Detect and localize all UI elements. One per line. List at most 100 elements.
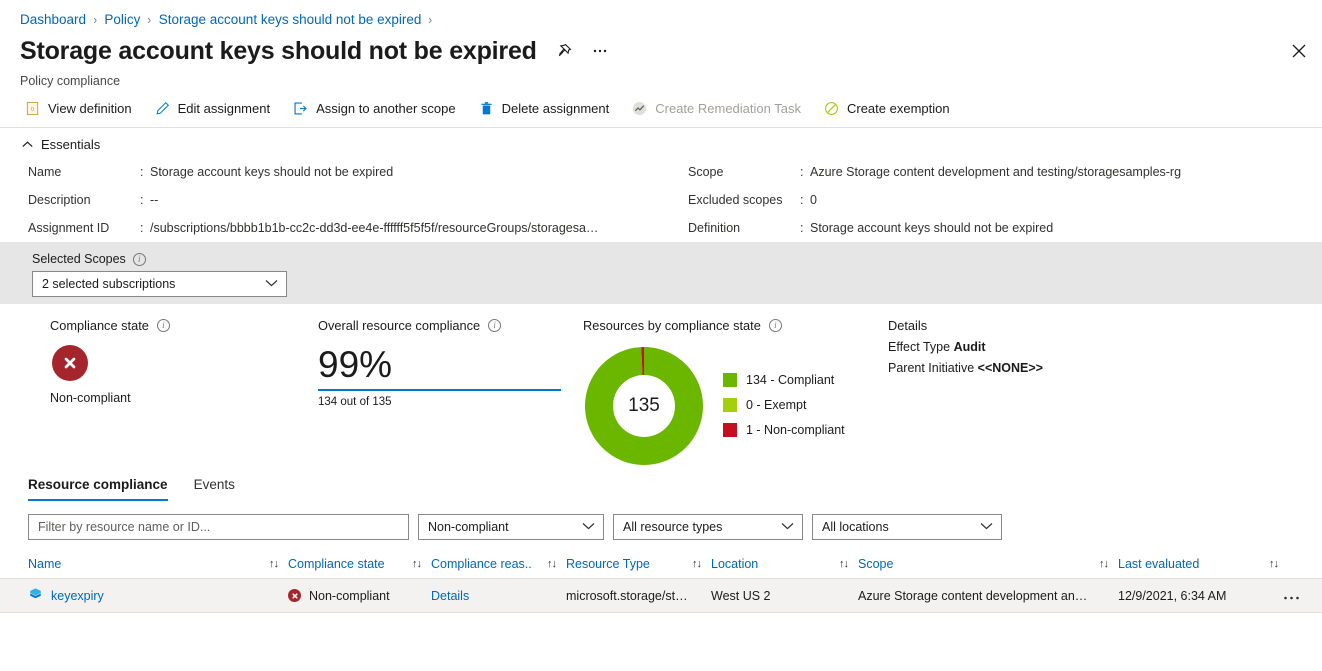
edit-assignment-button[interactable]: Edit assignment <box>154 100 271 117</box>
overall-compliance-header: Overall resource compliance i <box>318 318 568 333</box>
resource-type-filter-value: All resource types <box>623 520 723 534</box>
forbidden-circle-icon <box>823 100 840 117</box>
breadcrumb-item-assignment[interactable]: Storage account keys should not be expir… <box>159 12 422 27</box>
sort-icon: ↑↓ <box>692 557 702 570</box>
legend-label-exempt: 0 - Exempt <box>746 397 807 412</box>
column-header-scope-label: Scope <box>858 556 894 571</box>
document-icon: o <box>24 100 41 117</box>
essentials-label-scope: Scope <box>688 165 724 179</box>
breadcrumb-item-dashboard[interactable]: Dashboard <box>20 12 86 27</box>
legend-item-exempt: 0 - Exempt <box>723 392 845 417</box>
selected-scopes-value: 2 selected subscriptions <box>42 277 176 291</box>
column-header-resource-type-label: Resource Type <box>566 556 650 571</box>
create-exemption-button[interactable]: Create exemption <box>823 100 950 117</box>
error-circle-icon <box>288 589 301 602</box>
ellipsis-icon[interactable] <box>589 40 611 62</box>
compliance-state-value: Non-compliant <box>50 391 131 405</box>
metrics-section: Compliance state i Non-compliant Overall… <box>0 304 1322 469</box>
donut-legend: 134 - Compliant 0 - Exempt 1 - Non-compl… <box>723 367 845 442</box>
sort-icon: ↑↓ <box>1099 557 1109 570</box>
tab-resource-compliance-label: Resource compliance <box>28 477 168 492</box>
legend-swatch-compliant <box>723 372 737 387</box>
cell-name: keyexpiry <box>28 587 288 605</box>
essentials-colon: : <box>140 221 144 235</box>
info-icon[interactable]: i <box>132 252 146 266</box>
row-ellipsis-icon[interactable] <box>1283 587 1300 604</box>
overall-compliance-title: Overall resource compliance <box>318 318 481 333</box>
essentials-row-definition: Definition : Storage account keys should… <box>688 214 1308 242</box>
cell-name-link[interactable]: keyexpiry <box>51 589 104 603</box>
essentials-label: Essentials <box>41 137 101 152</box>
compliance-state-title: Compliance state <box>50 318 149 333</box>
essentials-value-description: -- <box>150 193 159 207</box>
sort-icon: ↑↓ <box>839 557 849 570</box>
cell-compliance-reason-link[interactable]: Details <box>431 589 469 603</box>
cell-location: West US 2 <box>711 588 771 603</box>
breadcrumb-separator: › <box>428 12 433 27</box>
essentials-value-assignment-id: /subscriptions/bbbb1b1b-cc2c-dd3d-ee4e-f… <box>150 221 599 235</box>
search-input[interactable] <box>28 514 409 540</box>
essentials-value-excluded-scopes: 0 <box>810 193 817 207</box>
info-icon[interactable]: i <box>156 319 170 332</box>
create-remediation-task-button[interactable]: Create Remediation Task <box>631 100 801 117</box>
resource-type-filter[interactable]: All resource types <box>613 514 803 540</box>
column-header-resource-type[interactable]: Resource Type ↑↓ <box>566 557 711 571</box>
selected-scopes-label: Selected Scopes <box>32 252 126 266</box>
essentials-toggle[interactable]: Essentials <box>0 128 1322 158</box>
essentials-label-name: Name <box>28 165 62 179</box>
essentials-label-description: Description <box>28 193 91 207</box>
info-icon[interactable]: i <box>488 319 502 332</box>
assign-another-scope-button[interactable]: Assign to another scope <box>292 100 456 117</box>
column-header-compliance-reason[interactable]: Compliance reas.. ↑↓ <box>431 557 566 571</box>
breadcrumb-item-policy[interactable]: Policy <box>104 12 140 27</box>
table-row[interactable]: keyexpiry Non-compliant Details microsof… <box>0 579 1322 613</box>
essentials-label-excluded-scopes: Excluded scopes <box>688 193 783 207</box>
column-header-location-label: Location <box>711 556 759 571</box>
chevron-down-icon <box>980 521 993 533</box>
selected-scopes-dropdown[interactable]: 2 selected subscriptions <box>32 271 287 297</box>
view-definition-button[interactable]: o View definition <box>24 100 132 117</box>
compliance-state-header: Compliance state i <box>50 318 170 333</box>
column-header-name[interactable]: Name ↑↓ <box>28 557 288 571</box>
info-icon[interactable]: i <box>768 319 782 332</box>
close-icon[interactable] <box>1286 38 1312 64</box>
delete-assignment-button[interactable]: Delete assignment <box>478 100 609 117</box>
donut-chart-wrap: 135 134 - Compliant 0 - Exempt 1 - Non-c… <box>583 345 845 467</box>
chart-line-icon <box>631 100 648 117</box>
essentials-row-scope: Scope : Azure Storage content developmen… <box>688 158 1308 186</box>
location-filter[interactable]: All locations <box>812 514 1002 540</box>
details-value-effect-type: Audit <box>953 340 986 354</box>
essentials-row-name: Name : Storage account keys should not b… <box>28 158 668 186</box>
column-header-location[interactable]: Location ↑↓ <box>711 557 858 571</box>
legend-item-compliant: 134 - Compliant <box>723 367 845 392</box>
essentials-colon: : <box>800 165 804 179</box>
export-arrow-icon <box>292 100 309 117</box>
details-title: Details <box>888 318 928 333</box>
sort-icon: ↑↓ <box>412 557 422 570</box>
details-label-parent-initiative: Parent Initiative <box>888 361 975 375</box>
legend-swatch-non-compliant <box>723 422 737 437</box>
sort-icon: ↑↓ <box>547 557 557 570</box>
essentials-value-definition: Storage account keys should not be expir… <box>810 221 1054 235</box>
column-header-compliance-state[interactable]: Compliance state ↑↓ <box>288 557 431 571</box>
tab-resource-compliance[interactable]: Resource compliance <box>28 477 168 501</box>
view-definition-label: View definition <box>48 101 132 116</box>
edit-assignment-label: Edit assignment <box>177 101 271 116</box>
legend-label-compliant: 134 - Compliant <box>746 372 835 387</box>
table-header-row: Name ↑↓ Compliance state ↑↓ Compliance r… <box>0 549 1322 579</box>
command-bar: o View definition Edit assignment Assign… <box>0 88 1322 128</box>
essentials-value-name: Storage account keys should not be expir… <box>150 165 394 179</box>
column-header-scope[interactable]: Scope ↑↓ <box>858 557 1118 571</box>
error-circle-icon <box>52 345 88 381</box>
chevron-down-icon <box>265 278 278 290</box>
policy-compliance-page: Dashboard › Policy › Storage account key… <box>0 0 1322 671</box>
selected-scopes-band: Selected Scopes i 2 selected subscriptio… <box>0 242 1322 304</box>
tab-events[interactable]: Events <box>194 477 235 501</box>
donut-chart[interactable]: 135 <box>583 345 705 467</box>
essentials-colon: : <box>800 193 804 207</box>
create-remediation-task-label: Create Remediation Task <box>655 101 801 116</box>
compliance-state-filter[interactable]: Non-compliant <box>418 514 604 540</box>
column-header-last-evaluated[interactable]: Last evaluated ↑↓ <box>1118 557 1288 571</box>
selected-scopes-label-row: Selected Scopes i <box>32 252 1322 266</box>
pin-icon[interactable] <box>553 40 575 62</box>
